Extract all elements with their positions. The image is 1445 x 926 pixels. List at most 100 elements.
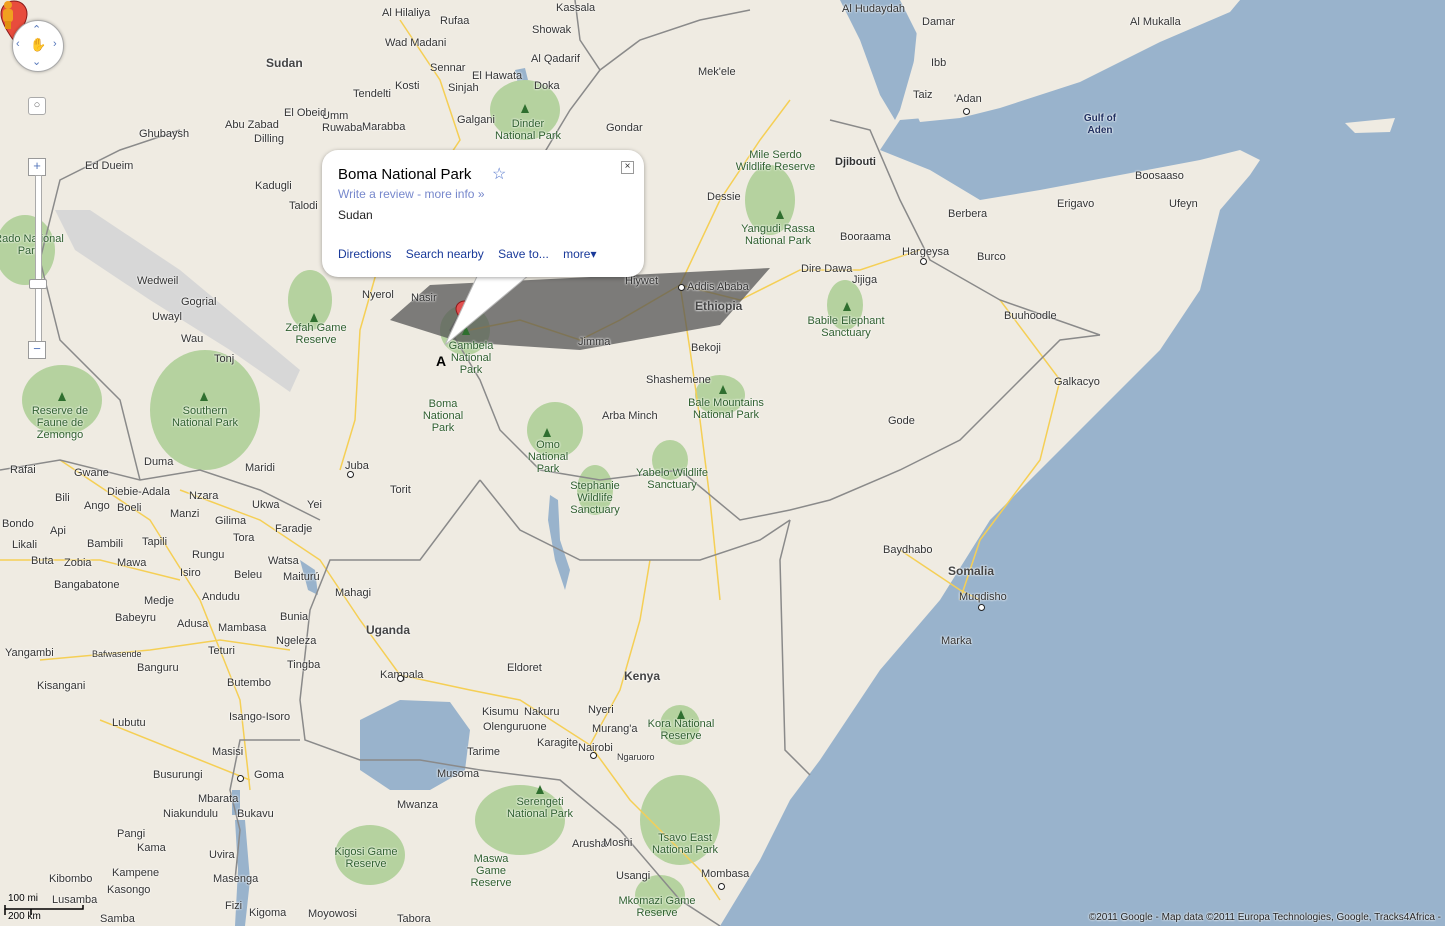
city-dot [978, 604, 985, 611]
place-label: Bambili [87, 538, 124, 550]
place-label: Buta [31, 555, 54, 567]
zoom-slider-handle[interactable] [29, 279, 47, 289]
place-label: Bangabatone [54, 579, 120, 591]
place-label: Yangambi [5, 647, 54, 659]
country-label-somalia: Somalia [948, 564, 995, 578]
place-label: Api [50, 525, 66, 537]
map-canvas[interactable]: Sudan Ethiopia Uganda Kenya Somalia Gulf… [0, 0, 1445, 926]
place-label: Ufeyn [1169, 198, 1198, 210]
place-label: Mbarata [198, 793, 239, 805]
place-label: Addis Ababa [687, 281, 749, 293]
place-label: Andudu [202, 591, 240, 603]
place-label: Damar [922, 16, 956, 28]
place-label: Muqdisho [959, 591, 1007, 603]
place-label: Mwanza [397, 799, 438, 811]
park-tree-icon [543, 428, 551, 437]
park-label: Omo National Park [527, 439, 569, 475]
zoom-slider-track[interactable] [35, 175, 42, 342]
city-dot [347, 471, 354, 478]
place-label: Kisangani [37, 680, 86, 692]
place-label: Bondo [2, 518, 34, 530]
park-label: Reserve de Faune de Zemongo [31, 405, 89, 441]
place-label: Goma [254, 769, 284, 781]
place-label: Watsa [268, 555, 299, 567]
place-label: Kadugli [255, 180, 292, 192]
place-label: Mahagi [335, 587, 372, 599]
place-label: Al Qadarif [531, 53, 580, 65]
close-icon[interactable]: × [621, 161, 634, 174]
place-label: Al Hilaliya [382, 7, 431, 19]
place-label: Butembo [227, 677, 272, 689]
place-label: Banguru [137, 662, 179, 674]
country-label-sudan: Sudan [266, 56, 303, 70]
place-label: Ngaruoro [617, 752, 655, 762]
save-to-link[interactable]: Save to... [498, 247, 549, 261]
place-label: Diebie-Adala [107, 486, 170, 498]
more-link[interactable]: more▾ [563, 247, 596, 261]
park-label: Zefah Game Reserve [285, 322, 347, 346]
place-label: Mek'ele [698, 66, 736, 78]
park-label: Rado National Park [0, 233, 64, 257]
place-label: Gwane [74, 467, 109, 479]
place-label: Sennar [430, 62, 466, 74]
place-label: Wau [181, 333, 204, 345]
place-label: Tora [233, 532, 255, 544]
place-label: Tarime [467, 746, 501, 758]
park-tree-icon [843, 302, 851, 311]
place-label: Kigoma [249, 907, 287, 919]
place-label: 'Adan [954, 93, 982, 105]
place-label: Kisumu [482, 706, 519, 718]
city-dot [718, 883, 725, 890]
place-label: Umm Ruwaba [322, 110, 363, 134]
place-label: Jijiga [852, 274, 878, 286]
search-nearby-link[interactable]: Search nearby [406, 247, 484, 261]
info-window-links[interactable]: Write a review - more info » [338, 187, 485, 201]
place-label: Torit [390, 484, 411, 496]
place-label: Taiz [913, 89, 933, 101]
place-label: Buuhoodle [1004, 310, 1057, 322]
zoom-out-button[interactable]: − [28, 341, 46, 359]
place-label: Nakuru [524, 706, 560, 718]
zoom-in-button[interactable]: + [28, 158, 46, 176]
pan-up-icon[interactable]: ⌃ [32, 23, 41, 36]
place-label: Arba Minch [602, 410, 658, 422]
place-label: Boosaaso [1135, 170, 1184, 182]
place-label: Ukwa [252, 499, 280, 511]
place-label: Samba [100, 913, 135, 925]
place-label: Rungu [192, 549, 225, 561]
directions-link[interactable]: Directions [338, 247, 391, 261]
place-label: Uwayl [152, 311, 182, 323]
place-label: Galgani [457, 114, 495, 126]
place-label: Karagite [537, 737, 578, 749]
pan-control[interactable]: ⌃ ⌄ ‹ › ✋ [12, 20, 64, 72]
place-label: Yei [307, 499, 322, 511]
park-label: Bale Mountains National Park [688, 397, 764, 421]
place-label: Erigavo [1057, 198, 1095, 210]
park-label: Mile Serdo Wildlife Reserve [735, 149, 816, 173]
place-label: Moshi [603, 837, 633, 849]
place-label: Gilima [215, 515, 247, 527]
place-label: Marabba [362, 121, 406, 133]
park-tree-icon [58, 392, 66, 401]
star-icon[interactable]: ☆ [492, 164, 506, 184]
pan-left-icon[interactable]: ‹ [16, 38, 20, 50]
reset-icon[interactable]: ○ [28, 97, 46, 115]
place-label: Booraama [840, 231, 891, 243]
park-label: Mkomazi Game Reserve [618, 895, 696, 919]
pegman-icon[interactable] [0, 0, 16, 30]
place-label: Lubutu [112, 717, 146, 729]
pan-down-icon[interactable]: ⌄ [32, 55, 41, 68]
place-label: Rafai [10, 464, 36, 476]
pan-right-icon[interactable]: › [53, 38, 57, 50]
city-dot [397, 675, 404, 682]
place-label: Kosti [395, 80, 420, 92]
info-window-subtitle: Sudan [338, 208, 373, 222]
place-label: Shashemene [646, 374, 711, 386]
place-label: Rufaa [440, 15, 470, 27]
place-label: Marka [941, 635, 972, 647]
place-label: Gondar [606, 122, 643, 134]
place-label: Fizi [225, 900, 243, 912]
country-label-kenya: Kenya [624, 669, 661, 683]
place-label: Wad Madani [385, 37, 447, 49]
place-label: Gogrial [181, 296, 217, 308]
